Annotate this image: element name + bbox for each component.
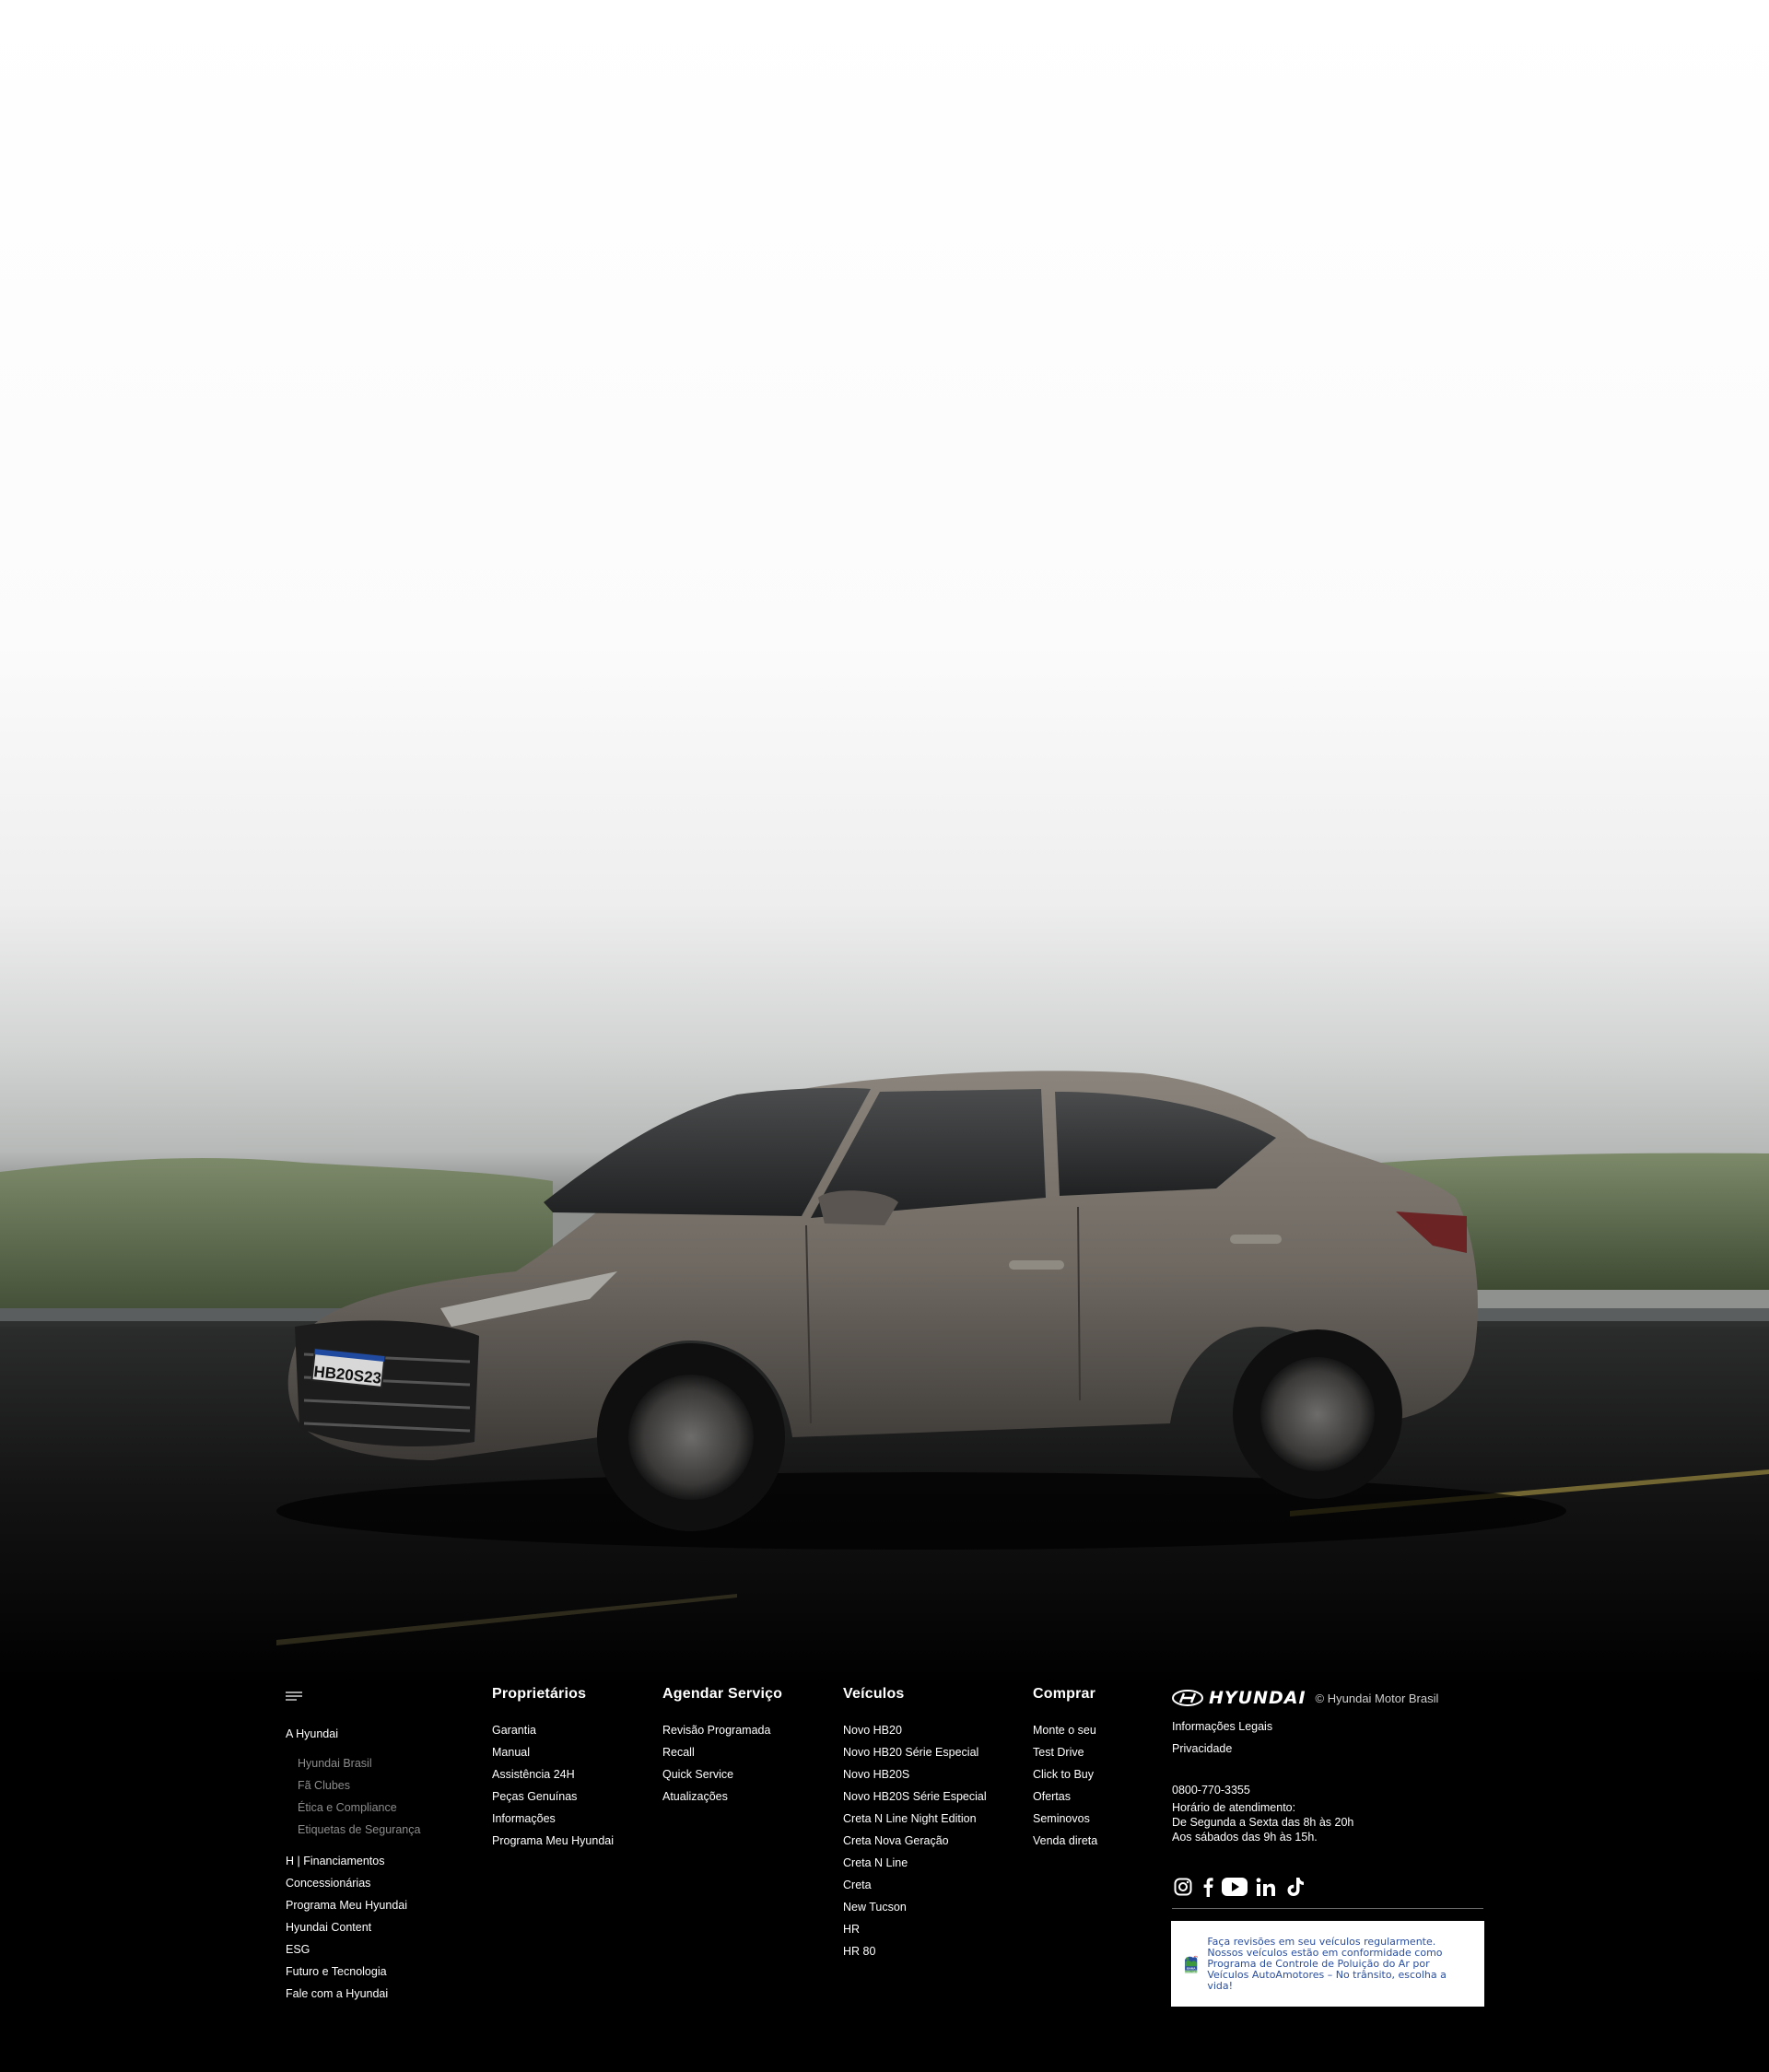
footer-heading-agendar-servico[interactable]: Agendar Serviço (662, 1686, 782, 1703)
facebook-icon[interactable] (1201, 1876, 1214, 1898)
contact-hours-weekdays: De Segunda a Sexta das 8h às 20h (1172, 1816, 1354, 1829)
linkedin-icon[interactable] (1255, 1876, 1277, 1898)
footer-link[interactable]: Creta Nova Geração (843, 1830, 987, 1852)
hero-banner: HB20S23 (0, 0, 1769, 1686)
footer-legal-links: Informações Legais Privacidade (1172, 1715, 1272, 1760)
footer-link[interactable]: Programa Meu Hyundai (286, 1894, 420, 1916)
ibama-seal-icon: IBAMA HOMOLOGADO (1185, 1955, 1199, 1972)
footer-link[interactable]: Manual (492, 1741, 614, 1763)
footer-link-informacoes-legais[interactable]: Informações Legais (1172, 1715, 1272, 1738)
contact-hours-title: Horário de atendimento: (1172, 1801, 1296, 1814)
footer-link[interactable]: Ofertas (1033, 1785, 1097, 1808)
footer-link[interactable]: Assistência 24H (492, 1763, 614, 1785)
footer-link[interactable]: ESG (286, 1938, 420, 1961)
footer-link[interactable]: Creta (843, 1874, 987, 1896)
footer-link[interactable]: Garantia (492, 1719, 614, 1741)
footer-link[interactable]: Novo HB20 Série Especial (843, 1741, 987, 1763)
hamburger-menu-icon[interactable] (286, 1692, 302, 1703)
footer-col-a-hyundai: A Hyundai Hyundai Brasil Fã Clubes Ética… (286, 1686, 420, 2005)
hyundai-logo[interactable]: HYUNDAI (1172, 1688, 1306, 1708)
footer-col-agendar-servico: Agendar Serviço Revisão Programada Recal… (662, 1686, 782, 1808)
footer-link[interactable]: Recall (662, 1741, 782, 1763)
footer-col-comprar: Comprar Monte o seu Test Drive Click to … (1033, 1686, 1097, 1852)
footer-link[interactable]: Peças Genuínas (492, 1785, 614, 1808)
youtube-icon[interactable] (1222, 1876, 1248, 1898)
tiktok-icon[interactable] (1284, 1876, 1306, 1898)
contact-hours-saturday: Aos sábados das 9h às 15h. (1172, 1831, 1318, 1844)
footer-col-proprietarios: Proprietários Garantia Manual Assistênci… (492, 1686, 614, 1852)
hyundai-emblem-icon (1172, 1690, 1203, 1706)
footer-link[interactable]: Revisão Programada (662, 1719, 782, 1741)
footer-link[interactable]: Click to Buy (1033, 1763, 1097, 1785)
footer-divider (1172, 1908, 1483, 1909)
footer-sublink[interactable]: Ética e Compliance (286, 1797, 420, 1819)
contact-phone[interactable]: 0800-770-3355 (1172, 1783, 1353, 1797)
social-links (1172, 1876, 1306, 1898)
footer-sublink[interactable]: Hyundai Brasil (286, 1752, 420, 1774)
footer-link[interactable]: Concessionárias (286, 1872, 420, 1894)
footer-link[interactable]: Monte o seu (1033, 1719, 1097, 1741)
footer-link[interactable]: HR 80 (843, 1940, 987, 1962)
footer-link-privacidade[interactable]: Privacidade (1172, 1738, 1272, 1760)
hero-car-image: HB20S23 (0, 1071, 1769, 1686)
ibama-notice: IBAMA HOMOLOGADO Faça revisões em seu ve… (1171, 1921, 1484, 2007)
footer-link[interactable]: Venda direta (1033, 1830, 1097, 1852)
footer-link[interactable]: Futuro e Tecnologia (286, 1961, 420, 1983)
footer-link[interactable]: Hyundai Content (286, 1916, 420, 1938)
footer-link-a-hyundai[interactable]: A Hyundai (286, 1723, 420, 1745)
hyundai-wordmark: HYUNDAI (1209, 1688, 1306, 1708)
footer-col-veiculos: Veículos Novo HB20 Novo HB20 Série Espec… (843, 1686, 987, 1962)
footer-contact: 0800-770-3355 Horário de atendimento: De… (1172, 1783, 1353, 1844)
footer-brand: HYUNDAI © Hyundai Motor Brasil (1172, 1688, 1438, 1708)
footer-link[interactable]: New Tucson (843, 1896, 987, 1918)
footer-heading-proprietarios[interactable]: Proprietários (492, 1686, 614, 1703)
footer-link[interactable]: Novo HB20S Série Especial (843, 1785, 987, 1808)
footer-link[interactable]: HR (843, 1918, 987, 1940)
footer-link[interactable]: Atualizações (662, 1785, 782, 1808)
footer-sublink[interactable]: Fã Clubes (286, 1774, 420, 1797)
footer-link[interactable]: Test Drive (1033, 1741, 1097, 1763)
footer-link[interactable]: Novo HB20S (843, 1763, 987, 1785)
footer-link[interactable]: Seminovos (1033, 1808, 1097, 1830)
footer-link[interactable]: Fale com a Hyundai (286, 1983, 420, 2005)
svg-text:IBAMA: IBAMA (1187, 1966, 1197, 1970)
footer-link[interactable]: Programa Meu Hyundai (492, 1830, 614, 1852)
instagram-icon[interactable] (1172, 1876, 1194, 1898)
copyright-text: © Hyundai Motor Brasil (1315, 1691, 1439, 1705)
footer-heading-comprar[interactable]: Comprar (1033, 1686, 1097, 1703)
footer-sublink[interactable]: Etiquetas de Segurança (286, 1819, 420, 1841)
footer-link[interactable]: Novo HB20 (843, 1719, 987, 1741)
footer-link[interactable]: Informações (492, 1808, 614, 1830)
footer-link[interactable]: H | Financiamentos (286, 1850, 420, 1872)
footer-link[interactable]: Creta N Line (843, 1852, 987, 1874)
footer-heading-veiculos[interactable]: Veículos (843, 1686, 987, 1703)
footer-link[interactable]: Quick Service (662, 1763, 782, 1785)
footer-link[interactable]: Creta N Line Night Edition (843, 1808, 987, 1830)
ibama-text: Faça revisões em seu veículos regularmen… (1207, 1935, 1447, 1992)
